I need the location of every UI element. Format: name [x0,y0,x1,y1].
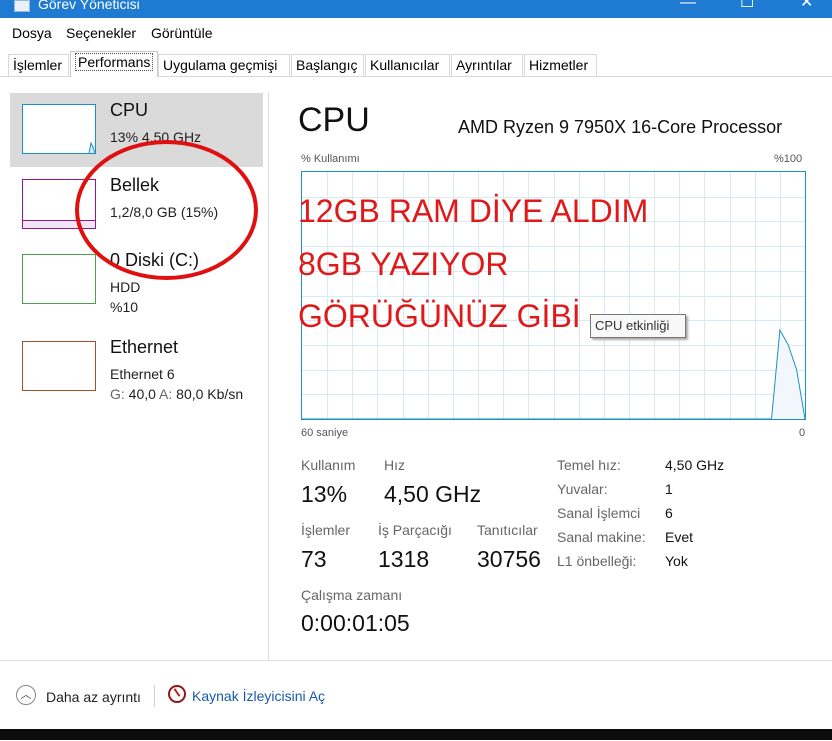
graph-usage-label: % Kullanımı [301,153,360,165]
resource-monitor-icon[interactable] [168,685,186,703]
uptime-label: Çalışma zamanı [301,587,403,603]
red-annotation-circle [75,140,258,280]
usage-label: Kullanım [301,457,356,473]
spec-label: Yuvalar: [557,481,608,497]
cpu-thumbnail-graph [22,104,96,154]
menu-bar: Dosya Seçenekler Görüntüle [0,20,832,46]
graph-zero-label: 0 [799,427,806,439]
threads-label: İş Parçacığı [378,522,452,538]
minimize-button[interactable]: — [680,0,696,12]
usage-value: 13% [301,481,348,507]
ethernet-receive-value: 80,0 Kb/sn [176,386,244,402]
annotation-line-2: 8GB YAZIYOR [298,246,509,282]
handles-value: 30756 [477,546,541,572]
spec-label: Sanal İşlemci [557,505,641,521]
window-title: Görev Yöneticisi [38,0,140,12]
close-button[interactable]: ✕ [800,0,813,12]
disk-thumbnail-graph [22,254,96,304]
annotation-line-3: GÖRÜĞÜNÜZ GİBİ [298,298,581,334]
ethernet-send-value: 40,0 [128,386,156,402]
page-title: CPU [298,101,370,139]
title-bar: Görev Yöneticisi — ☐ ✕ [0,0,832,18]
footer-divider [154,685,155,707]
graph-max-label: %100 [774,153,803,165]
tab-performance[interactable]: Performans [70,51,158,77]
menu-view[interactable]: Görüntüle [151,25,212,41]
menu-file[interactable]: Dosya [12,25,52,41]
spec-label: L1 önbelleği: [557,553,637,569]
tab-startup[interactable]: Başlangıç [291,54,364,76]
fewer-details-link[interactable]: Daha az ayrıntı [46,689,141,705]
spec-value: 1 [665,481,673,497]
uptime-value: 0:00:01:05 [301,610,410,636]
tab-performance-label: Performans [75,53,154,71]
open-resource-monitor-link[interactable]: Kaynak İzleyicisini Aç [192,688,325,704]
ethernet-adapter: Ethernet 6 [110,366,175,382]
ethernet-throughput: G: 40,0 A: 80,0 Kb/sn [110,386,243,402]
spec-label: Temel hız: [557,457,621,473]
menu-options[interactable]: Seçenekler [66,25,136,41]
tab-users[interactable]: Kullanıcılar [365,54,450,76]
processes-value: 73 [301,546,327,572]
disk-type: HDD [110,279,141,295]
taskbar-edge [0,729,832,740]
threads-value: 1318 [378,546,430,572]
cpu-name: CPU [110,100,149,120]
cpu-activity-tooltip: CPU etkinliği [590,314,686,338]
task-manager-icon [14,0,30,12]
handles-label: Tanıtıcılar [477,522,538,538]
graph-time-label: 60 saniye [301,427,349,439]
ethernet-receive-label: A: [159,386,173,402]
processes-label: İşlemler [301,522,351,538]
resource-item-ethernet[interactable]: Ethernet Ethernet 6 G: 40,0 A: 80,0 Kb/s… [10,330,263,404]
tab-app-history[interactable]: Uygulama geçmişi [158,54,290,76]
ethernet-send-label: G: [110,386,125,402]
maximize-button[interactable]: ☐ [740,0,754,12]
tab-services[interactable]: Hizmetler [524,54,597,76]
ethernet-name: Ethernet [110,337,179,357]
spec-value: 6 [665,505,673,521]
spec-label: Sanal makine: [557,529,646,545]
chevron-up-icon[interactable]: ︿ [16,685,36,705]
spec-value: 4,50 GHz [665,457,725,473]
speed-label: Hız [384,457,405,473]
processor-name: AMD Ryzen 9 7950X 16-Core Processor [458,117,783,137]
ethernet-thumbnail-graph [22,341,96,391]
pane-divider[interactable] [268,92,269,660]
tab-processes[interactable]: İşlemler [8,54,69,76]
spec-value: Evet [665,529,694,545]
spec-value: Yok [665,553,688,569]
disk-usage: %10 [110,299,139,315]
tab-details[interactable]: Ayrıntılar [451,54,523,76]
tab-bar: İşlemler Performans Uygulama geçmişi Baş… [0,46,832,77]
speed-value: 4,50 GHz [384,481,482,507]
annotation-line-1: 12GB RAM DİYE ALDIM [298,193,649,229]
